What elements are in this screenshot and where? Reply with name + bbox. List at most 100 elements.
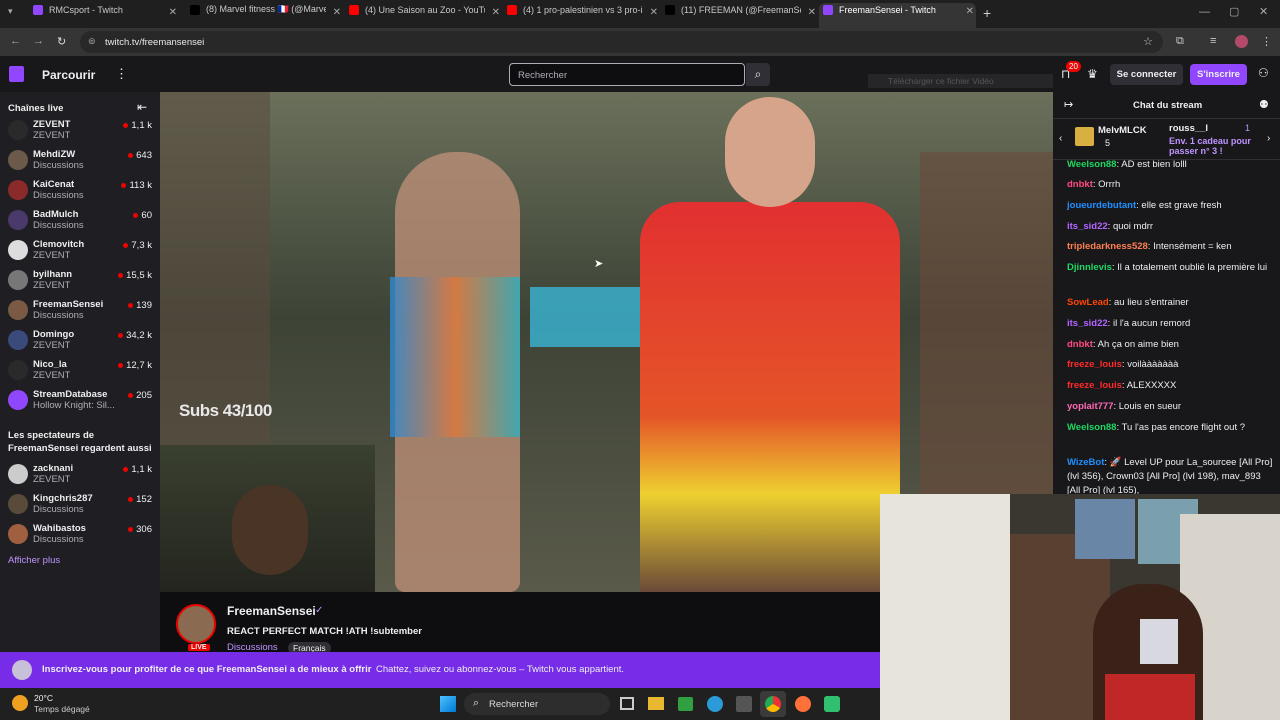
next-icon[interactable]: › xyxy=(1267,133,1270,144)
twitch-logo-icon[interactable] xyxy=(9,66,24,82)
chat-username[interactable]: SowLead xyxy=(1067,297,1109,308)
channel-item[interactable]: zacknani ZEVENT 1,1 k xyxy=(8,459,154,489)
chat-username[interactable]: WizeBot xyxy=(1067,457,1104,468)
browser-tab[interactable]: (8) Marvel fitness 🇫🇷 (@Marvel_ ✕ xyxy=(186,4,343,24)
gift-cta[interactable]: Env. 1 cadeau pour passer n° 3 ! xyxy=(1169,136,1263,156)
bookmark-star-icon[interactable]: ☆ xyxy=(1143,35,1153,48)
login-button[interactable]: Se connecter xyxy=(1110,64,1183,85)
chat-username[interactable]: dnbkt xyxy=(1067,339,1093,350)
close-tab-icon[interactable]: ✕ xyxy=(333,7,341,18)
expand-chat-icon[interactable]: ↦ xyxy=(1064,98,1073,111)
maximize-icon[interactable]: ▢ xyxy=(1229,5,1239,18)
chat-username[interactable]: yoplait777 xyxy=(1067,401,1113,412)
close-tab-icon[interactable]: ✕ xyxy=(492,7,500,18)
chat-username[interactable]: freeze_louis xyxy=(1067,359,1122,370)
signup-banner[interactable]: Inscrivez-vous pour profiter de ce que F… xyxy=(0,652,880,688)
chat-username[interactable]: Djinnlevis xyxy=(1067,262,1112,273)
task-view-icon[interactable] xyxy=(620,697,634,710)
search-icon[interactable]: ⌕ xyxy=(746,63,770,86)
channel-item[interactable]: KaiCenat Discussions 113 k xyxy=(8,175,154,205)
channel-item[interactable]: Kingchris287 Discussions 152 xyxy=(8,489,154,519)
menu-icon[interactable]: ⋮ xyxy=(1261,35,1272,48)
media-icon[interactable]: ≡ xyxy=(1210,35,1216,47)
tab-favicon-icon xyxy=(190,4,200,15)
chat-username[interactable]: dnbkt xyxy=(1067,179,1093,190)
minimize-icon[interactable]: — xyxy=(1199,6,1210,18)
show-more-link[interactable]: Afficher plus xyxy=(8,555,60,566)
channel-item[interactable]: MehdiZW Discussions 643 xyxy=(8,145,154,175)
edge-icon[interactable] xyxy=(707,696,723,712)
chat-username[interactable]: its_sid22 xyxy=(1067,318,1108,329)
channel-viewers: 12,7 k xyxy=(118,360,152,371)
chat-users-icon[interactable]: ⚉ xyxy=(1259,98,1269,111)
reload-icon[interactable]: ↻ xyxy=(57,35,66,48)
chat-username[interactable]: Weelson88 xyxy=(1067,159,1116,170)
address-bar[interactable]: ⊜ twitch.tv/freemansensei ☆ xyxy=(80,31,1163,53)
chat-username[interactable]: tripledarkness528 xyxy=(1067,241,1148,252)
profile-avatar[interactable] xyxy=(1235,35,1248,48)
chrome-icon[interactable] xyxy=(765,696,781,712)
channel-item[interactable]: Nico_la ZEVENT 12,7 k xyxy=(8,355,154,385)
download-video-hint[interactable]: Télécharger ce fichier Vidéo xyxy=(868,74,1053,88)
forward-icon[interactable]: → xyxy=(33,35,44,47)
signup-button[interactable]: S'inscrire xyxy=(1190,64,1247,85)
close-tab-icon[interactable]: ✕ xyxy=(169,7,177,18)
chat-username[interactable]: its_sid22 xyxy=(1067,221,1108,232)
channel-item[interactable]: Clemovitch ZEVENT 7,3 k xyxy=(8,235,154,265)
video-screen-shape xyxy=(530,287,640,347)
channel-item[interactable]: ZEVENT ZEVENT 1,1 k xyxy=(8,115,154,145)
app-icon[interactable] xyxy=(678,697,693,711)
tab-favicon-icon xyxy=(33,4,43,15)
chat-message: Djinnlevis: Il a totalement oublié la pr… xyxy=(1067,262,1268,273)
user-icon[interactable]: ⚇ xyxy=(1258,66,1269,80)
browser-tab[interactable]: (4) Une Saison au Zoo - YouTub ✕ xyxy=(345,4,502,24)
collapse-sidebar-icon[interactable]: ⇤ xyxy=(137,100,147,114)
channel-item[interactable]: FreemanSensei Discussions 139 xyxy=(8,295,154,325)
browser-tab[interactable]: FreemanSensei - Twitch ✕ xyxy=(819,3,976,28)
chat-username[interactable]: freeze_louis xyxy=(1067,380,1122,391)
prime-icon[interactable]: ♛ xyxy=(1087,67,1098,81)
channel-item[interactable]: BadMulch Discussions 60 xyxy=(8,205,154,235)
more-icon[interactable]: ⋮ xyxy=(115,66,128,82)
gift-user2-name[interactable]: rouss__l xyxy=(1169,123,1208,134)
close-window-icon[interactable]: ✕ xyxy=(1259,5,1268,18)
channel-item[interactable]: Domingo ZEVENT 34,2 k xyxy=(8,325,154,355)
store-icon[interactable] xyxy=(736,696,752,712)
chat-text: Il a totalement oublié la première lui xyxy=(1117,262,1268,273)
windows-start-icon[interactable] xyxy=(440,696,456,712)
channel-item[interactable]: byilhann ZEVENT 15,5 k xyxy=(8,265,154,295)
browse-link[interactable]: Parcourir xyxy=(42,68,95,82)
chat-username[interactable]: Weelson88 xyxy=(1067,422,1116,433)
weather-icon[interactable] xyxy=(12,695,28,711)
prev-icon[interactable]: ‹ xyxy=(1059,133,1062,144)
url-text: twitch.tv/freemansensei xyxy=(105,37,205,48)
whatsapp-icon[interactable] xyxy=(824,696,840,712)
chat-username[interactable]: joueurdebutant xyxy=(1067,200,1136,211)
extensions-icon[interactable]: ⧉ xyxy=(1176,35,1184,48)
channel-name: Nico_la xyxy=(33,359,67,370)
firefox-icon[interactable] xyxy=(795,696,811,712)
taskbar-search[interactable]: ⌕ Rechercher xyxy=(464,693,610,715)
streamer-name[interactable]: FreemanSensei xyxy=(227,604,316,618)
site-info-icon[interactable]: ⊜ xyxy=(88,36,96,47)
browser-tab[interactable]: (4) 1 pro-palestinien vs 3 pro-is ✕ xyxy=(503,4,660,24)
close-tab-icon[interactable]: ✕ xyxy=(650,7,658,18)
browser-tab[interactable]: (11) FREEMAN (@FreemanSense ✕ xyxy=(661,4,818,24)
tab-list-icon[interactable]: ▾ xyxy=(8,6,13,17)
video-swimsuit xyxy=(390,277,520,437)
channel-item[interactable]: Wahibastos Discussions 306 xyxy=(8,519,154,549)
close-tab-icon[interactable]: ✕ xyxy=(966,6,974,17)
file-explorer-icon[interactable] xyxy=(648,697,664,710)
new-tab-icon[interactable]: + xyxy=(983,5,991,21)
browser-tab[interactable]: RMCsport - Twitch ✕ xyxy=(29,4,179,24)
channel-item[interactable]: StreamDatabase Hollow Knight: Sil... 205 xyxy=(8,385,154,415)
back-icon[interactable]: ← xyxy=(10,35,21,47)
taskbar-search-label: Rechercher xyxy=(489,699,539,710)
gift-leader-name[interactable]: MelvMLCK xyxy=(1098,125,1147,136)
search-input[interactable]: Rechercher xyxy=(509,63,745,86)
twitch-header: Parcourir ⋮ Rechercher ⌕ Télécharger ce … xyxy=(0,56,1280,92)
also-watching-title: Les spectateurs de FreemanSensei regarde… xyxy=(8,430,152,454)
tab-title: FreemanSensei - Twitch xyxy=(839,4,936,15)
streamer-avatar[interactable] xyxy=(176,604,216,644)
close-tab-icon[interactable]: ✕ xyxy=(808,7,816,18)
